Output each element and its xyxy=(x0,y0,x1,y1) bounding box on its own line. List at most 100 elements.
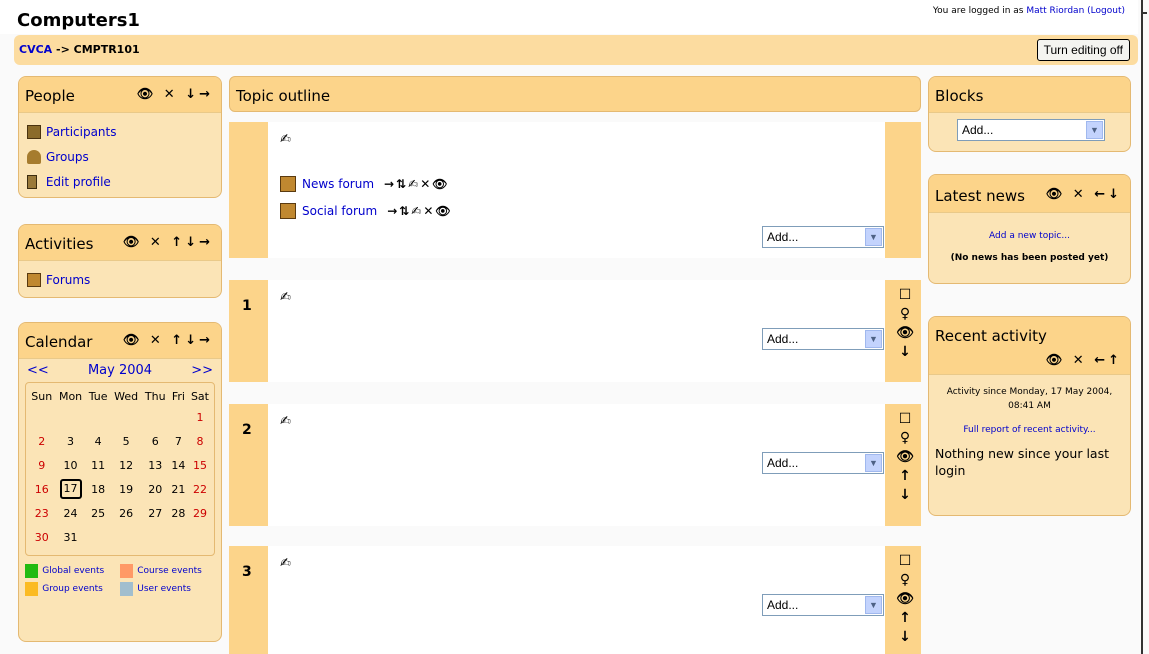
calendar-day: 11 xyxy=(91,458,106,472)
move-up-icon[interactable]: ↑ xyxy=(893,467,917,486)
sidebar-item-edit-profile[interactable]: Edit profile xyxy=(27,169,213,194)
site-title: Computers1 xyxy=(17,10,140,31)
eye-icon[interactable]: 👁 xyxy=(893,590,917,609)
calendar-empty-cell xyxy=(169,405,188,429)
breadcrumb-course: CMPTR101 xyxy=(73,43,140,56)
user-name-link[interactable]: Matt Riordan xyxy=(1026,6,1084,16)
chevron-down-icon: ▼ xyxy=(865,596,882,614)
calendar-block-controls[interactable]: 👁 ✕ ↑↓→ xyxy=(123,333,213,348)
calendar-day: 13 xyxy=(148,458,163,472)
section-1-controls: ☐ ♀ 👁 ↓ xyxy=(893,286,917,362)
calendar-day: 10 xyxy=(63,458,78,472)
move-up-icon[interactable]: ↑ xyxy=(893,609,917,628)
navbar: CVCA -> CMPTR101 Turn editing off xyxy=(14,35,1138,65)
topic-outline-title: Topic outline xyxy=(236,87,331,105)
breadcrumb-home[interactable]: CVCA xyxy=(19,43,52,56)
course-events-swatch xyxy=(120,564,134,578)
breadcrumb-separator: -> xyxy=(52,43,74,56)
recent-activity-header: Recent activity 👁 ✕ ←↑ xyxy=(929,317,1130,375)
calendar-prev-month[interactable]: << xyxy=(27,363,49,378)
move-down-icon[interactable]: ↓ xyxy=(893,343,917,362)
news-forum-link[interactable]: News forum xyxy=(302,177,374,191)
calendar-day: 1 xyxy=(196,410,204,424)
group-events-toggle[interactable]: Group events xyxy=(42,584,120,594)
calendar-block-header: Calendar 👁 ✕ ↑↓→ xyxy=(19,323,221,359)
nothing-new-message: Nothing new since your last login xyxy=(935,446,1110,478)
edit-summary-icon[interactable]: ✍ xyxy=(280,556,291,571)
highlight-icon[interactable]: ☐ xyxy=(893,286,917,305)
section-3: 3 ✍ Add... ▼ ☐ ♀ 👁 ↑ ↓ xyxy=(229,546,921,654)
blocks-block: Blocks Add... ▼ xyxy=(928,76,1131,152)
edit-summary-icon[interactable]: ✍ xyxy=(280,290,291,305)
calendar-day: 18 xyxy=(91,482,106,496)
calendar-day: 22 xyxy=(192,482,207,496)
calendar-day: 2 xyxy=(38,434,46,448)
global-events-toggle[interactable]: Global events xyxy=(42,566,120,576)
sidebar-item-participants[interactable]: Participants xyxy=(27,119,213,144)
calendar-day: 25 xyxy=(91,506,106,520)
user-events-toggle[interactable]: User events xyxy=(137,584,215,594)
activities-block-controls[interactable]: 👁 ✕ ↑↓→ xyxy=(123,235,213,250)
edit-profile-link[interactable]: Edit profile xyxy=(46,175,111,189)
calendar-day: 3 xyxy=(67,434,75,448)
calendar-next-month[interactable]: >> xyxy=(191,363,213,378)
participants-link[interactable]: Participants xyxy=(46,125,117,139)
add-activity-select[interactable]: Add... ▼ xyxy=(762,328,884,350)
edit-summary-icon[interactable]: ✍ xyxy=(280,132,291,147)
section-3-controls: ☐ ♀ 👁 ↑ ↓ xyxy=(893,552,917,647)
recent-activity-controls[interactable]: 👁 ✕ ←↑ xyxy=(1046,353,1122,368)
sidebar-item-groups[interactable]: Groups xyxy=(27,144,213,169)
calendar-today[interactable]: 17 xyxy=(59,479,82,499)
calendar-day: 9 xyxy=(38,458,46,472)
add-new-topic-link[interactable]: Add a new topic... xyxy=(989,231,1070,241)
add-block-value: Add... xyxy=(962,123,994,137)
logout-link[interactable]: (Logout) xyxy=(1087,6,1125,16)
calendar-month-title[interactable]: May 2004 xyxy=(88,363,152,378)
calendar-legend: Global events Course events Group events… xyxy=(25,562,215,598)
highlight-icon[interactable]: ☐ xyxy=(893,552,917,571)
groups-link[interactable]: Groups xyxy=(46,150,89,164)
calendar-day: 31 xyxy=(63,530,78,544)
add-activity-select[interactable]: Add... ▼ xyxy=(762,226,884,248)
sidebar-item-forums[interactable]: Forums xyxy=(27,267,213,292)
highlight-icon[interactable]: ☐ xyxy=(893,410,917,429)
turn-editing-off-button[interactable]: Turn editing off xyxy=(1036,39,1130,61)
group-events-swatch xyxy=(25,582,39,596)
user-events-swatch xyxy=(120,582,134,596)
news-forum-controls[interactable]: →⇅✍✕👁 xyxy=(384,177,449,191)
move-down-icon[interactable]: ↓ xyxy=(893,486,917,505)
eye-icon[interactable]: 👁 xyxy=(893,448,917,467)
move-down-icon[interactable]: ↓ xyxy=(893,628,917,647)
recent-activity-block: Recent activity 👁 ✕ ←↑ Activity since Mo… xyxy=(928,316,1131,516)
latest-news-controls[interactable]: 👁 ✕ ←↓ xyxy=(1046,187,1122,202)
social-forum-controls[interactable]: →⇅✍✕👁 xyxy=(387,204,452,218)
people-block: People 👁 ✕ ↓→ Participants Groups Edit p… xyxy=(18,76,222,198)
day-header: Mon xyxy=(58,389,83,403)
calendar-day: 5 xyxy=(122,434,130,448)
course-events-toggle[interactable]: Course events xyxy=(137,566,215,576)
add-block-select[interactable]: Add... ▼ xyxy=(957,119,1105,141)
section-1-content: ✍ Add... ▼ xyxy=(268,280,885,382)
lightbulb-icon[interactable]: ♀ xyxy=(893,571,917,590)
lightbulb-icon[interactable]: ♀ xyxy=(893,429,917,448)
calendar-empty-cell xyxy=(86,525,111,549)
calendar-empty-cell xyxy=(55,405,85,429)
add-activity-select[interactable]: Add... ▼ xyxy=(762,594,884,616)
edit-summary-icon[interactable]: ✍ xyxy=(280,414,291,429)
calendar-day: 24 xyxy=(63,506,78,520)
calendar-day: 15 xyxy=(192,458,207,472)
forums-link[interactable]: Forums xyxy=(46,273,90,287)
people-block-controls[interactable]: 👁 ✕ ↓→ xyxy=(137,87,213,102)
eye-icon[interactable]: 👁 xyxy=(893,324,917,343)
section-number: 3 xyxy=(242,564,252,580)
groups-icon xyxy=(27,149,41,164)
full-report-link[interactable]: Full report of recent activity... xyxy=(963,425,1095,435)
latest-news-block: Latest news 👁 ✕ ←↓ Add a new topic... (N… xyxy=(928,174,1131,284)
activities-block: Activities 👁 ✕ ↑↓→ Forums xyxy=(18,224,222,298)
global-events-swatch xyxy=(25,564,39,578)
window-edge xyxy=(1141,0,1143,654)
add-activity-select[interactable]: Add... ▼ xyxy=(762,452,884,474)
lightbulb-icon[interactable]: ♀ xyxy=(893,305,917,324)
window-edge-tick xyxy=(1141,12,1147,14)
social-forum-link[interactable]: Social forum xyxy=(302,204,377,218)
